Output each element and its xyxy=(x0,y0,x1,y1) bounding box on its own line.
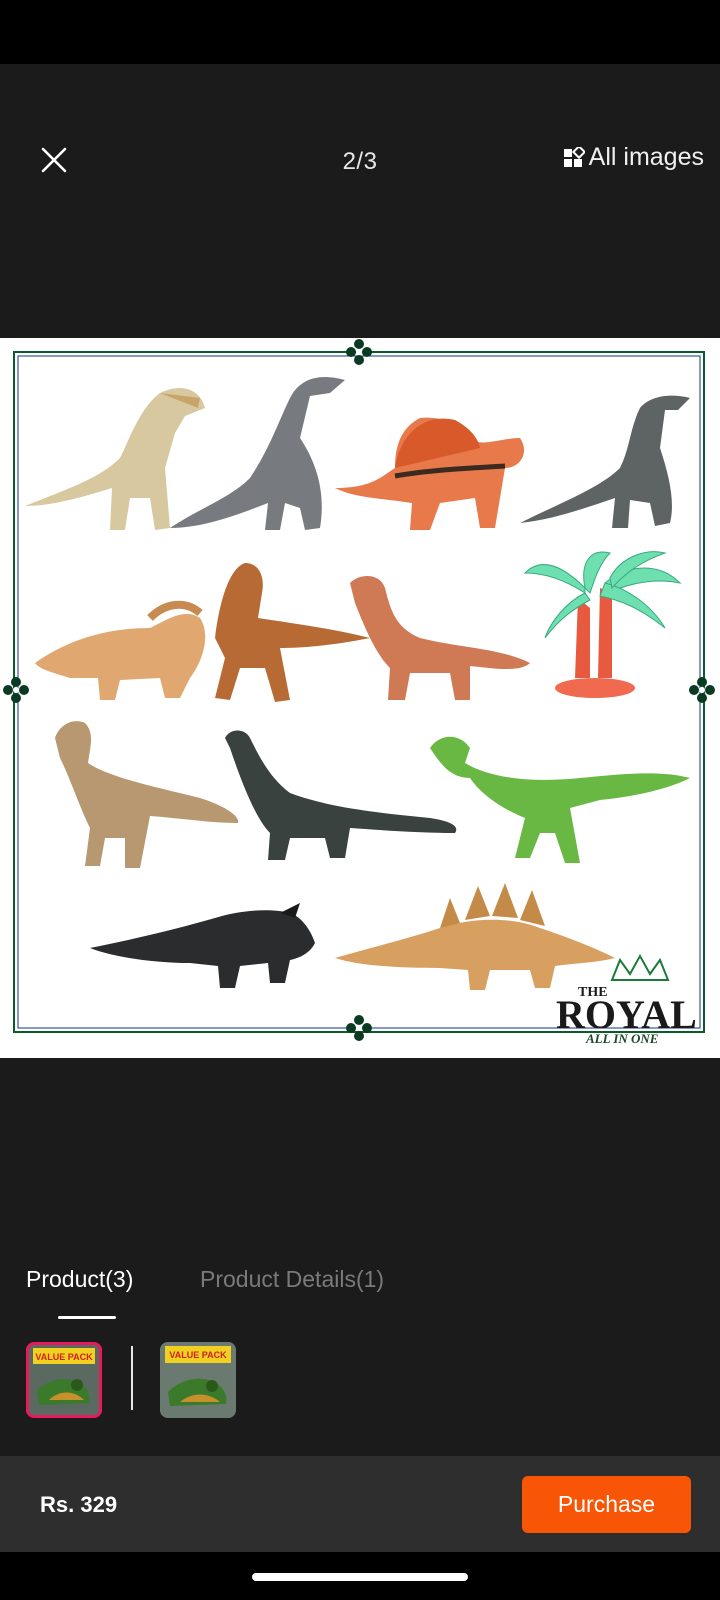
status-bar xyxy=(0,0,720,64)
thumbnail-1-image: VALUE PACK xyxy=(29,1345,99,1415)
thumbnail-divider xyxy=(131,1346,133,1410)
all-images-button[interactable]: All images xyxy=(563,143,704,172)
all-images-label: All images xyxy=(588,143,704,171)
logo-sub-text: ALL IN ONE xyxy=(585,1031,659,1046)
tab-product[interactable]: Product(3) xyxy=(26,1266,133,1293)
product-image[interactable]: THE ROYAL ALL IN ONE xyxy=(0,338,720,1058)
bottom-panel xyxy=(0,1058,720,1456)
thumbnail-1-label: VALUE PACK xyxy=(35,1352,93,1362)
thumbnail-2-image: VALUE PACK xyxy=(160,1342,236,1418)
price-label: Rs. 329 xyxy=(40,1492,118,1517)
thumbnail-2[interactable]: VALUE PACK xyxy=(160,1342,236,1418)
active-tab-indicator xyxy=(58,1316,116,1319)
purchase-button[interactable]: Purchase xyxy=(522,1476,691,1533)
viewer-header xyxy=(0,64,720,334)
home-indicator[interactable] xyxy=(252,1573,468,1581)
gallery-grid-icon xyxy=(563,146,585,167)
tab-product-details[interactable]: Product Details(1) xyxy=(200,1266,384,1293)
thumbnail-1[interactable]: VALUE PACK xyxy=(26,1342,102,1418)
thumbnail-2-label: VALUE PACK xyxy=(169,1350,227,1360)
product-image-illustration: THE ROYAL ALL IN ONE xyxy=(0,338,720,1058)
